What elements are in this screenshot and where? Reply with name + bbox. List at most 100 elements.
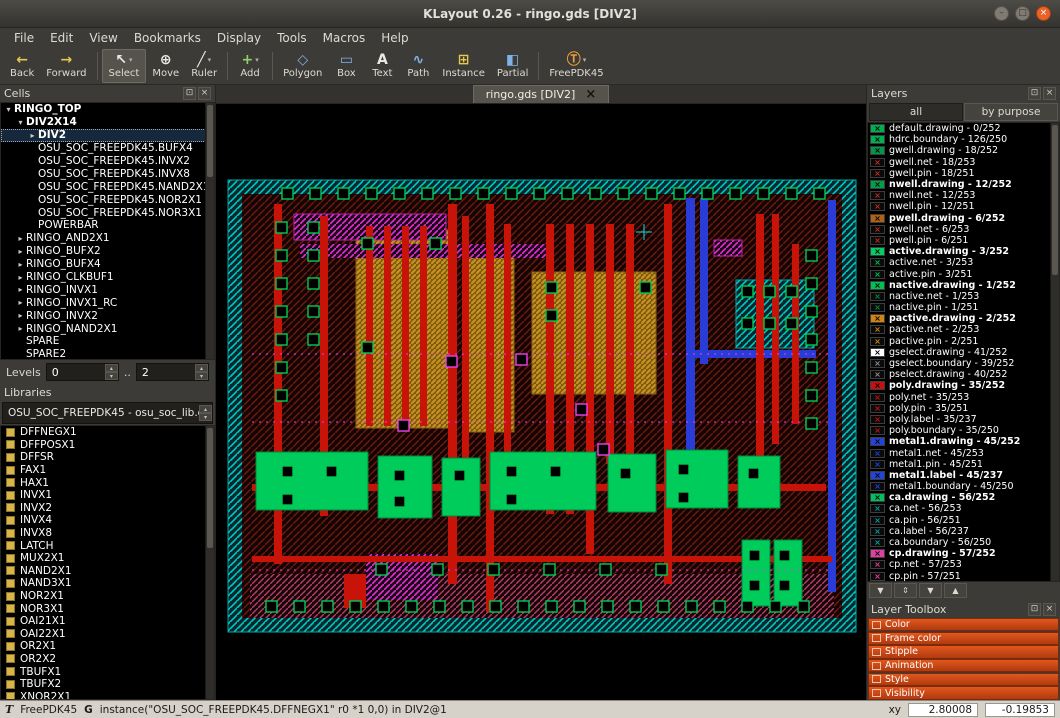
layer-swatch[interactable]: × xyxy=(870,404,885,413)
tab-by-purpose[interactable]: by purpose xyxy=(964,103,1058,121)
close-button[interactable]: × xyxy=(1036,6,1051,21)
layer-row[interactable]: ×ca.label - 56/237 xyxy=(868,526,1059,537)
menu-view[interactable]: View xyxy=(81,30,125,46)
minimize-button[interactable]: – xyxy=(994,6,1009,21)
library-item[interactable]: DFFPOSX1 xyxy=(1,439,214,452)
layer-row[interactable]: ×active.drawing - 3/252 xyxy=(868,246,1059,257)
layer-swatch[interactable]: × xyxy=(870,381,885,390)
select-button[interactable]: ↖▾Select xyxy=(102,49,147,83)
layer-swatch[interactable]: × xyxy=(870,124,885,133)
layer-row[interactable]: ×pactive.drawing - 2/252 xyxy=(868,313,1059,324)
spin-up-icon[interactable]: ▴ xyxy=(199,405,212,413)
cells-float-button[interactable]: ⊡ xyxy=(183,87,196,100)
freepdk45-button[interactable]: Ⓣ▾FreePDK45 xyxy=(543,49,609,83)
cell-tree-item[interactable]: POWERBAR xyxy=(1,219,214,232)
path-button[interactable]: ∿Path xyxy=(400,49,436,83)
tab-close-icon[interactable]: × xyxy=(585,88,596,101)
layer-row[interactable]: ×nactive.drawing - 1/252 xyxy=(868,280,1059,291)
toolbox-section-stipple[interactable]: Stipple xyxy=(868,645,1059,658)
menu-help[interactable]: Help xyxy=(373,30,416,46)
layer-row[interactable]: ×nactive.net - 1/253 xyxy=(868,291,1059,302)
layer-swatch[interactable]: × xyxy=(870,146,885,155)
library-item[interactable]: TBUFX2 xyxy=(1,678,214,691)
tree-expand-icon[interactable]: ▸ xyxy=(27,131,38,140)
spin-down-icon[interactable]: ▾ xyxy=(195,372,208,380)
cell-tree-item[interactable]: ▸RINGO_NAND2X1 xyxy=(1,322,214,335)
tree-expand-icon[interactable]: ▸ xyxy=(15,234,26,243)
layer-swatch[interactable]: × xyxy=(870,158,885,167)
menu-bookmarks[interactable]: Bookmarks xyxy=(126,30,209,46)
layer-swatch[interactable]: × xyxy=(870,348,885,357)
layer-row[interactable]: ×metal1.boundary - 45/250 xyxy=(868,481,1059,492)
layer-swatch[interactable]: × xyxy=(870,169,885,178)
cells-close-button[interactable]: × xyxy=(198,87,211,100)
toolbox-section-visibility[interactable]: Visibility xyxy=(868,686,1059,699)
library-list[interactable]: DFFNEGX1DFFPOSX1DFFSRFAX1HAX1INVX1INVX2I… xyxy=(0,425,215,700)
layer-row[interactable]: ×ca.drawing - 56/252 xyxy=(868,492,1059,503)
combo-spinner[interactable]: ▴▾ xyxy=(199,405,212,421)
text-button[interactable]: AText xyxy=(364,49,400,83)
layer-swatch[interactable]: × xyxy=(870,270,885,279)
dropdown-arrow-icon[interactable]: ▾ xyxy=(208,56,212,64)
cell-tree-item[interactable]: ▾RINGO_TOP xyxy=(1,103,214,116)
cell-tree-item[interactable]: ▸DIV2 xyxy=(1,129,214,142)
layer-swatch[interactable]: × xyxy=(870,303,885,312)
tree-expand-icon[interactable]: ▸ xyxy=(15,324,26,333)
library-item[interactable]: INVX2 xyxy=(1,502,214,515)
layer-row[interactable]: ×pwell.net - 6/253 xyxy=(868,224,1059,235)
spin-down-icon[interactable]: ▾ xyxy=(105,372,118,380)
toolbox-section-style[interactable]: Style xyxy=(868,673,1059,686)
library-item[interactable]: HAX1 xyxy=(1,476,214,489)
layer-row[interactable]: ×default.drawing - 0/252 xyxy=(868,123,1059,134)
move-button[interactable]: ⊕Move xyxy=(146,49,185,83)
spinner[interactable]: ▴▾ xyxy=(105,364,118,380)
toolbox-section-color[interactable]: Color xyxy=(868,618,1059,631)
layer-row[interactable]: ×metal1.net - 45/253 xyxy=(868,447,1059,458)
tree-expand-icon[interactable]: ▸ xyxy=(15,285,26,294)
instance-button[interactable]: ⊞Instance xyxy=(436,49,491,83)
layer-swatch[interactable]: × xyxy=(870,180,885,189)
layer-row[interactable]: ×cp.net - 57/253 xyxy=(868,559,1059,570)
move-bottom-button[interactable]: ▼ xyxy=(919,583,942,598)
layer-swatch[interactable]: × xyxy=(870,393,885,402)
layer-row[interactable]: ×metal1.label - 45/237 xyxy=(868,470,1059,481)
layer-row[interactable]: ×gwell.pin - 18/251 xyxy=(868,168,1059,179)
library-list-scrollbar[interactable] xyxy=(205,426,214,699)
cell-tree-item[interactable]: OSU_SOC_FREEPDK45.INVX2 xyxy=(1,155,214,168)
layer-list-scrollbar[interactable] xyxy=(1050,123,1059,581)
layer-row[interactable]: ×poly.net - 35/253 xyxy=(868,392,1059,403)
layer-row[interactable]: ×ca.net - 56/253 xyxy=(868,503,1059,514)
layer-swatch[interactable]: × xyxy=(870,247,885,256)
layer-row[interactable]: ×metal1.pin - 45/251 xyxy=(868,459,1059,470)
cell-tree-scrollbar[interactable] xyxy=(205,103,214,359)
layer-row[interactable]: ×nactive.pin - 1/251 xyxy=(868,302,1059,313)
layer-swatch[interactable]: × xyxy=(870,281,885,290)
layer-swatch[interactable]: × xyxy=(870,292,885,301)
layer-swatch[interactable]: × xyxy=(870,337,885,346)
toolbox-section-frame-color[interactable]: Frame color xyxy=(868,632,1059,645)
menu-tools[interactable]: Tools xyxy=(269,30,315,46)
cell-tree-item[interactable]: ▸RINGO_BUFX2 xyxy=(1,245,214,258)
layer-swatch[interactable]: × xyxy=(870,258,885,267)
move-up-button[interactable]: ▲ xyxy=(944,583,967,598)
layout-canvas[interactable] xyxy=(216,104,866,700)
layer-row[interactable]: ×cp.drawing - 57/252 xyxy=(868,548,1059,559)
move-down-button[interactable]: ▼ xyxy=(869,583,892,598)
layer-row[interactable]: ×gselect.drawing - 41/252 xyxy=(868,347,1059,358)
tree-expand-icon[interactable]: ▸ xyxy=(15,298,26,307)
library-item[interactable]: MUX2X1 xyxy=(1,552,214,565)
tree-expand-icon[interactable]: ▾ xyxy=(15,118,26,127)
layer-swatch[interactable]: × xyxy=(870,191,885,200)
layer-swatch[interactable]: × xyxy=(870,560,885,569)
layer-row[interactable]: ×pwell.pin - 6/251 xyxy=(868,235,1059,246)
layer-row[interactable]: ×poly.pin - 35/251 xyxy=(868,403,1059,414)
cell-tree-item[interactable]: ▸RINGO_BUFX4 xyxy=(1,258,214,271)
layer-swatch[interactable]: × xyxy=(870,493,885,502)
layer-swatch[interactable]: × xyxy=(870,471,885,480)
cell-tree-item[interactable]: OSU_SOC_FREEPDK45.NOR3X1 xyxy=(1,206,214,219)
sort-updown-button[interactable]: ⇕ xyxy=(894,583,917,598)
layer-swatch[interactable]: × xyxy=(870,527,885,536)
layer-swatch[interactable]: × xyxy=(870,314,885,323)
menu-file[interactable]: File xyxy=(6,30,42,46)
layer-row[interactable]: ×active.net - 3/253 xyxy=(868,257,1059,268)
